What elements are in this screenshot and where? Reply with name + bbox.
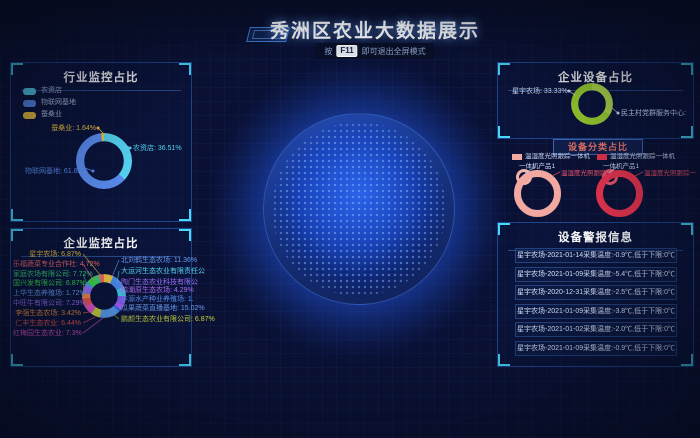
- panel-industry-ratio: 行业监控占比 农资店 物联网基地 蚕桑业 蚕桑业: 1.64% 农资店: 36.…: [10, 62, 192, 222]
- alarm-row: 星宇农场-2021-01-02采集温度:-2.0℃,低于下限:0℃: [515, 322, 677, 337]
- device-class-right-donut[interactable]: [596, 170, 643, 217]
- legend-swatch-icon: [23, 88, 36, 95]
- legend-label: 农资店: [41, 87, 62, 95]
- legend-swatch-icon: [23, 112, 36, 119]
- hint-prefix: 按: [324, 46, 332, 57]
- enterprise-donut-chart[interactable]: [82, 274, 126, 318]
- device-class-left-donut[interactable]: [514, 170, 561, 217]
- industry-legend: 农资店 物联网基地 蚕桑业: [23, 87, 76, 123]
- alarm-row: 星宇农场-2020-12-31采集温度:-2.5℃,低于下限:0℃: [515, 285, 677, 300]
- slice-label-xingyu: 星宇农场: 33.33%: [512, 87, 568, 96]
- slice-label: 红梅园生态农业: 7.3%: [13, 329, 81, 338]
- f11-keycap: F11: [336, 45, 357, 57]
- legend-item-nongzidian[interactable]: 农资店: [23, 87, 76, 95]
- fullscreen-hint: 按 F11 即可退出全屏模式: [315, 43, 434, 59]
- page-title: 秀洲区农业大数据展示: [50, 16, 700, 43]
- slice-label: 仁丰生态农业: 6.44%: [13, 319, 81, 328]
- legend-swatch-icon: [597, 154, 607, 160]
- slice-label: 北刘鹤生态农场: 11.36%: [121, 256, 197, 265]
- device-class-right-legend[interactable]: 温湿度光照跟踪一体机: [610, 152, 675, 161]
- slice-label-cansang: 蚕桑业: 1.64%: [31, 124, 96, 133]
- slice-label-minzhucun: 民主村党群服务中心:: [621, 109, 686, 118]
- slice-label: 家庭农场有限公司: 7.72%: [13, 270, 81, 279]
- dashboard-stage: 秀洲区农业大数据展示 按 F11 即可退出全屏模式 行业监控占比 农资店 物联网…: [0, 0, 700, 438]
- legend-item-wulianwang[interactable]: 物联网基地: [23, 99, 76, 107]
- panel-device-ratio: 企业设备占比 星宇农场: 33.33% 民主村党群服务中心:: [497, 62, 694, 139]
- slice-label: 国兴发有限公司: 6.87%: [13, 279, 81, 288]
- globe-visualization: [263, 113, 455, 305]
- slice-label: 中旺牛有限公司: 7.29%: [13, 299, 81, 308]
- legend-swatch-icon: [512, 154, 522, 160]
- slice-label-wulianwang: 物联网基地: 61.85%: [25, 167, 88, 176]
- slice-label: 大运河生态农业有限责任公: [121, 267, 205, 276]
- slice-label: 星宇农场: 6.87%: [13, 250, 81, 259]
- slice-label: 鸭潮原生态农场: 4.29%: [121, 286, 194, 295]
- hint-suffix: 即可退出全屏模式: [362, 46, 426, 57]
- panel-alarms: 设备警报信息 星宇农场-2021-01-14采集温度:-0.9℃,低于下限:0℃…: [497, 222, 694, 367]
- legend-item-cansang[interactable]: 蚕桑业: [23, 111, 76, 119]
- legend-swatch-icon: [23, 100, 36, 107]
- legend-label: 物联网基地: [41, 99, 76, 107]
- legend-label: 蚕桑业: [41, 111, 62, 119]
- slice-label-nongzidian: 农资店: 36.51%: [133, 144, 182, 153]
- alarm-row: 星宇农场-2021-01-09采集温度:-0.9℃,低于下限:0℃: [515, 341, 677, 356]
- alarm-row: 星宇农场-2021-01-14采集温度:-0.9℃,低于下限:0℃: [515, 248, 677, 263]
- slice-label: 鹏颜生态农业有限公司: 6.87%: [121, 315, 215, 324]
- alarm-row: 星宇农场-2021-01-09采集温度:-3.8℃,低于下限:0℃: [515, 304, 677, 319]
- device-donut-chart[interactable]: [571, 83, 613, 125]
- slice-label: 丰源水产种业养殖场: 1.: [121, 295, 194, 304]
- slice-label: 乐福蔬菜专业合作社: 4.72%: [13, 260, 81, 269]
- device-class-left-legend[interactable]: 温湿度光照跟踪一体机: [525, 152, 590, 161]
- industry-donut-chart[interactable]: [76, 133, 132, 189]
- slice-label: 瓜果蔬菜直播基地: 15.02%: [121, 304, 205, 313]
- slice-label: 李强生态农场: 3.42%: [13, 309, 81, 318]
- slice-label: 上华生态养殖场: 1.72%: [13, 289, 81, 298]
- device-class-right-callout: 温湿度光照跟踪一: [644, 169, 696, 178]
- panel-enterprise-ratio: 企业监控占比 星宇农场: 6.87% 乐福蔬菜专业合作社: 4.72% 家庭农场…: [10, 228, 192, 367]
- alarm-row: 星宇农场-2021-01-09采集温度:-5.4℃,低于下限:0℃: [515, 267, 677, 282]
